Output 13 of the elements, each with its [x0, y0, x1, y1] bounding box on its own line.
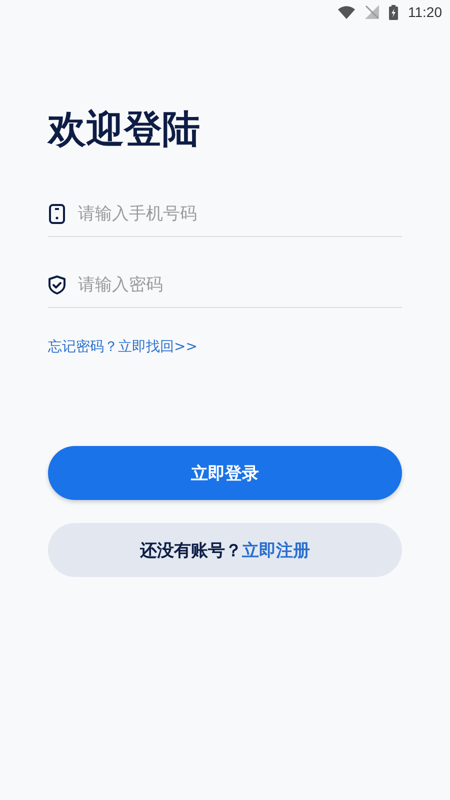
register-prompt: 还没有账号？ — [140, 540, 242, 562]
login-button[interactable]: 立即登录 — [48, 446, 402, 500]
forgot-password-link[interactable]: 忘记密码？立即找回>> — [48, 338, 198, 356]
shield-check-icon — [48, 275, 66, 295]
register-link[interactable]: 立即注册 — [242, 538, 310, 562]
no-signal-icon — [365, 5, 379, 19]
password-field[interactable]: 请输入密码 — [78, 275, 402, 295]
page-title: 欢迎登陆 — [48, 106, 201, 153]
wifi-icon — [338, 6, 355, 18]
phone-field[interactable]: 请输入手机号码 — [78, 204, 402, 224]
clock-time: 11:20 — [408, 4, 442, 20]
phone-icon — [48, 204, 66, 224]
battery-charging-icon — [389, 4, 398, 20]
